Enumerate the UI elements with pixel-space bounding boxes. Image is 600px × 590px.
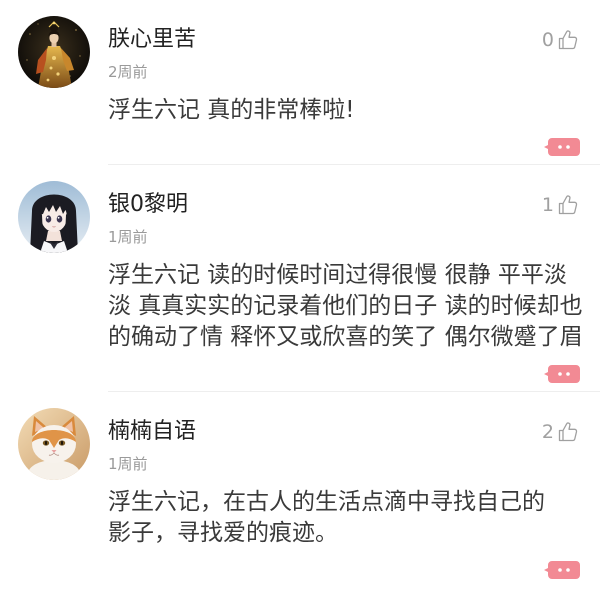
more-dots-icon xyxy=(544,365,580,383)
like-count: 0 xyxy=(541,29,554,51)
like-count: 2 xyxy=(541,421,554,443)
more-dots-icon xyxy=(544,561,580,579)
comment-header: 银0黎明 1 xyxy=(108,189,580,221)
comment-actions xyxy=(108,561,580,579)
comment-text: 浮生六记 读的时候时间过得很慢 很静 平平淡 淡 真真实实的记录着他们的日子 读… xyxy=(108,260,583,353)
comment-time: 2周前 xyxy=(108,63,148,81)
comment-text-line: 的确动了情 释怀又或欣喜的笑了 偶尔微蹙了眉 xyxy=(108,324,583,350)
comment-item: 朕心里苦 0 2周前 浮生六记 真的非常棒啦! xyxy=(0,0,600,164)
comment-text-line: 浮生六记，在古人的生活点滴中寻找自己的 xyxy=(108,489,545,515)
comment-time: 1周前 xyxy=(108,455,148,473)
comment-header: 朕心里苦 0 xyxy=(108,24,580,56)
more-options-button[interactable] xyxy=(544,561,580,579)
avatar-image xyxy=(18,181,90,253)
avatar-image xyxy=(18,408,90,480)
more-options-button[interactable] xyxy=(544,365,580,383)
comment-text: 浮生六记 真的非常棒啦! xyxy=(108,95,580,126)
more-options-button[interactable] xyxy=(544,138,580,156)
comment-header: 楠楠自语 2 xyxy=(108,416,580,448)
comment-actions xyxy=(108,138,580,156)
like-button[interactable]: 2 xyxy=(542,416,580,448)
thumbs-up-icon xyxy=(556,420,580,444)
comment-text-line: 影子，寻找爱的痕迹。 xyxy=(108,520,338,546)
user-avatar[interactable] xyxy=(18,16,90,88)
comment-text-line: 浮生六记 真的非常棒啦! xyxy=(108,97,355,123)
username[interactable]: 银0黎明 xyxy=(108,192,188,217)
user-avatar[interactable] xyxy=(18,181,90,253)
comment-text-line: 浮生六记 读的时候时间过得很慢 很静 平平淡 xyxy=(108,262,567,288)
comment-item: 银0黎明 1 1周前 浮生六记 读的时候时间过得很慢 很静 平平淡 淡 真真实实… xyxy=(0,165,600,391)
username[interactable]: 朕心里苦 xyxy=(108,27,196,52)
comment-actions xyxy=(108,365,580,383)
like-count: 1 xyxy=(541,194,554,216)
comment-item: 楠楠自语 2 1周前 浮生六记，在古人的生活点滴中寻找自己的 影子，寻找爱的痕迹… xyxy=(0,392,600,587)
comment-text: 浮生六记，在古人的生活点滴中寻找自己的 影子，寻找爱的痕迹。 xyxy=(108,487,580,549)
comment-time: 1周前 xyxy=(108,228,148,246)
avatar-image xyxy=(18,16,90,88)
thumbs-up-icon xyxy=(556,193,580,217)
like-button[interactable]: 1 xyxy=(542,189,580,221)
more-dots-icon xyxy=(544,138,580,156)
thumbs-up-icon xyxy=(556,28,580,52)
username[interactable]: 楠楠自语 xyxy=(108,419,196,444)
user-avatar[interactable] xyxy=(18,408,90,480)
like-button[interactable]: 0 xyxy=(542,24,580,56)
comment-text-line: 淡 真真实实的记录着他们的日子 读的时候却也 xyxy=(108,293,583,319)
